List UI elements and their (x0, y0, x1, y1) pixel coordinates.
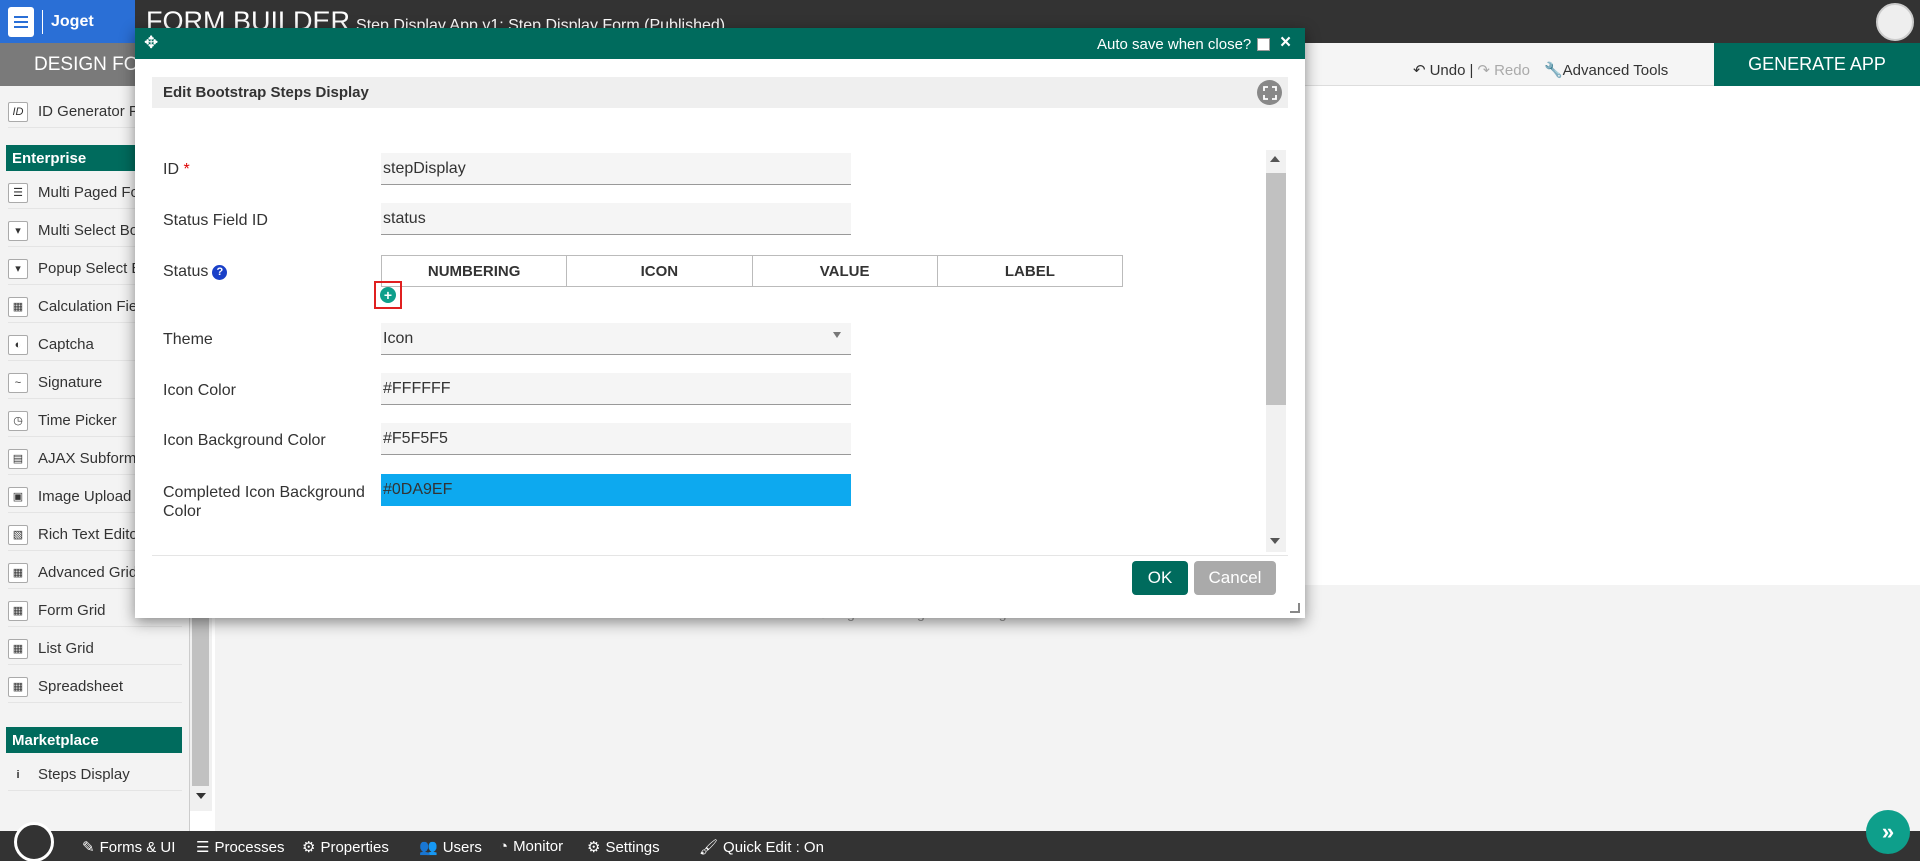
theme-select-value: Icon (383, 329, 414, 347)
column-value: VALUE (753, 256, 938, 286)
id-label: ID * (163, 161, 190, 179)
ok-button[interactable]: OK (1132, 561, 1188, 595)
status-label: Status? (163, 263, 228, 281)
status-grid-header: NUMBERING ICON VALUE LABEL (381, 255, 1123, 287)
cancel-button[interactable]: Cancel (1194, 561, 1276, 595)
move-icon[interactable]: ✥ (144, 34, 162, 52)
status-field-id-input[interactable]: status (381, 203, 851, 235)
autosave-option: Auto save when close? (1097, 36, 1271, 53)
required-marker: * (183, 161, 190, 178)
id-input[interactable]: stepDisplay (381, 153, 851, 185)
fullscreen-icon[interactable] (1257, 80, 1282, 105)
icon-color-input[interactable]: #FFFFFF (381, 373, 851, 405)
id-label-text: ID (163, 161, 179, 178)
column-numbering: NUMBERING (382, 256, 568, 286)
scroll-down-arrow-icon[interactable] (1270, 538, 1280, 544)
completed-icon-bg-label: Completed Icon Background Color (163, 484, 365, 520)
resize-handle-icon[interactable] (1290, 603, 1300, 613)
column-label: LABEL (1004, 262, 1055, 280)
dialog-scrollbar-thumb[interactable] (1266, 173, 1286, 405)
dialog-footer-divider (152, 555, 1288, 556)
icon-bg-color-label: Icon Background Color (163, 432, 326, 449)
chevron-down-icon (833, 332, 841, 338)
autosave-checkbox[interactable] (1257, 38, 1271, 51)
add-row-button[interactable]: + (374, 281, 402, 309)
dialog-heading: Edit Bootstrap Steps Display (152, 77, 1288, 108)
theme-label: Theme (163, 331, 213, 348)
plus-circle-icon: + (380, 287, 396, 303)
scroll-up-arrow-icon[interactable] (1270, 156, 1280, 162)
icon-bg-color-input[interactable]: #F5F5F5 (381, 423, 851, 455)
status-field-id-label: Status Field ID (163, 212, 268, 229)
status-label-text: Status (163, 263, 209, 280)
column-icon: ICON (567, 256, 753, 286)
theme-select[interactable]: Icon (381, 323, 851, 355)
help-icon[interactable]: ? (212, 264, 228, 280)
completed-icon-bg-input[interactable]: #0DA9EF (381, 474, 851, 506)
autosave-label: Auto save when close? (1097, 36, 1252, 53)
icon-color-label: Icon Color (163, 382, 236, 399)
close-icon[interactable]: × (1280, 32, 1291, 54)
